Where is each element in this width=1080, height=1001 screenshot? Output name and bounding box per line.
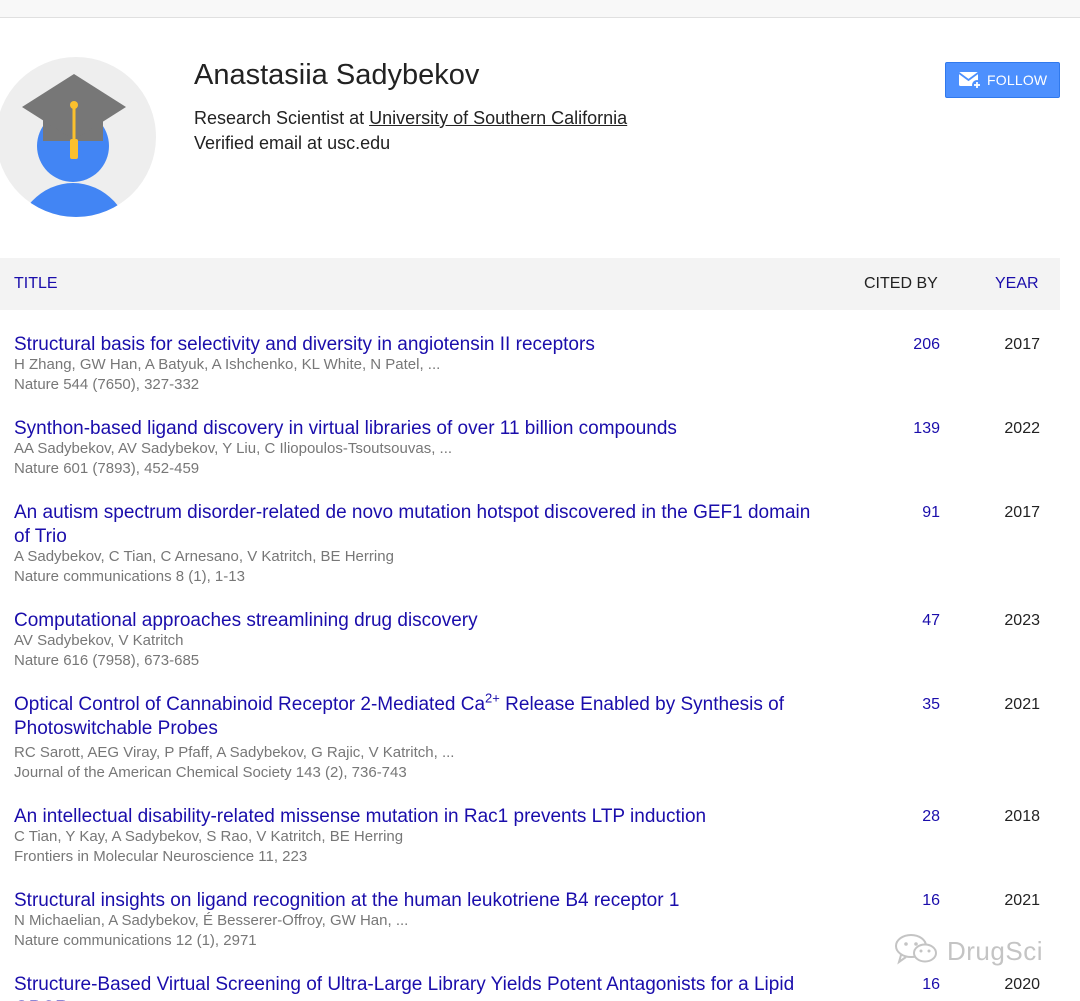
paper-authors: AA Sadybekov, AV Sadybekov, Y Liu, C Ili… [14, 440, 453, 457]
paper-title-link[interactable]: An autism spectrum disorder-related de n… [14, 501, 814, 549]
watermark-text: DrugSci [947, 935, 1043, 966]
paper-venue: Nature communications 12 (1), 2971 [14, 932, 257, 949]
paper-authors: C Tian, Y Kay, A Sadybekov, S Rao, V Kat… [14, 828, 404, 845]
paper-authors: A Sadybekov, C Tian, C Arnesano, V Katri… [14, 548, 394, 565]
paper-venue: Frontiers in Molecular Neuroscience 11, … [14, 848, 308, 865]
title-column-header[interactable]: TITLE [14, 275, 58, 293]
cited-by-count[interactable]: 35 [880, 696, 940, 714]
paper-venue: Nature 616 (7958), 673-685 [14, 652, 200, 669]
year-column-header[interactable]: YEAR [995, 275, 1039, 293]
paper-title-link[interactable]: Synthon-based ligand discovery in virtua… [14, 417, 844, 441]
affiliation: Research Scientist at University of Sout… [194, 108, 627, 129]
wechat-icon [893, 933, 941, 970]
paper-title-link[interactable]: Optical Control of Cannabinoid Receptor … [14, 690, 844, 741]
paper-title-link[interactable]: Structural basis for selectivity and div… [14, 333, 844, 357]
publication-year: 2021 [1004, 696, 1040, 713]
cited-by-count[interactable]: 139 [880, 420, 940, 438]
paper-title-superscript: 2+ [485, 690, 500, 706]
table-row: An autism spectrum disorder-related de n… [0, 501, 1060, 585]
top-bar [0, 0, 1080, 18]
publication-year: 2017 [1004, 504, 1040, 521]
cited-by-count[interactable]: 91 [880, 504, 940, 522]
follow-button[interactable]: FOLLOW [945, 62, 1060, 98]
cited-by-count[interactable]: 16 [880, 892, 940, 910]
table-row: Computational approaches streamlining dr… [0, 609, 1060, 669]
cited-by-count[interactable]: 28 [880, 808, 940, 826]
institution-link[interactable]: University of Southern California [369, 108, 627, 128]
publication-year: 2021 [1004, 892, 1040, 909]
publication-year: 2023 [1004, 612, 1040, 629]
graduation-cap-avatar-icon [0, 57, 156, 217]
paper-title-link[interactable]: Structural insights on ligand recognitio… [14, 889, 844, 913]
affiliation-prefix: Research Scientist at [194, 108, 370, 128]
publication-year: 2017 [1004, 336, 1040, 353]
table-header: TITLE CITED BY YEAR [0, 258, 1060, 310]
paper-venue: Nature 601 (7893), 452-459 [14, 460, 200, 477]
follow-label: FOLLOW [987, 72, 1048, 88]
publication-year: 2018 [1004, 808, 1040, 825]
paper-title-link[interactable]: Structure-Based Virtual Screening of Ult… [14, 973, 844, 1001]
avatar [0, 57, 156, 217]
table-row: Structural basis for selectivity and div… [0, 333, 1060, 393]
cited-by-count[interactable]: 47 [880, 612, 940, 630]
table-row: Optical Control of Cannabinoid Receptor … [0, 690, 1060, 781]
paper-title-link[interactable]: Computational approaches streamlining dr… [14, 609, 844, 633]
paper-venue: Nature communications 8 (1), 1-13 [14, 568, 245, 585]
paper-title-part-a: Optical Control of Cannabinoid Receptor … [14, 694, 486, 715]
publication-year: 2020 [1004, 976, 1040, 993]
cited-by-column-header: CITED BY [864, 275, 938, 292]
paper-authors: H Zhang, GW Han, A Batyuk, A Ishchenko, … [14, 356, 441, 373]
cited-by-count[interactable]: 16 [880, 976, 940, 994]
paper-authors: AV Sadybekov, V Katritch [14, 632, 184, 649]
publication-year: 2022 [1004, 420, 1040, 437]
envelope-plus-icon [958, 69, 982, 91]
table-row: Synthon-based ligand discovery in virtua… [0, 417, 1060, 477]
paper-venue: Journal of the American Chemical Society… [14, 764, 407, 781]
paper-venue: Nature 544 (7650), 327-332 [14, 376, 200, 393]
paper-authors: N Michaelian, A Sadybekov, É Besserer-Of… [14, 912, 409, 929]
table-row: An intellectual disability-related misse… [0, 805, 1060, 865]
watermark: DrugSci [893, 933, 1053, 970]
cited-by-count[interactable]: 206 [880, 336, 940, 354]
verified-email: Verified email at usc.edu [194, 133, 391, 153]
paper-authors: RC Sarott, AEG Viray, P Pfaff, A Sadybek… [14, 744, 455, 761]
profile-name: Anastasiia Sadybekov [194, 59, 480, 91]
table-row: Structure-Based Virtual Screening of Ult… [0, 973, 1060, 1001]
paper-title-link[interactable]: An intellectual disability-related misse… [14, 805, 844, 829]
